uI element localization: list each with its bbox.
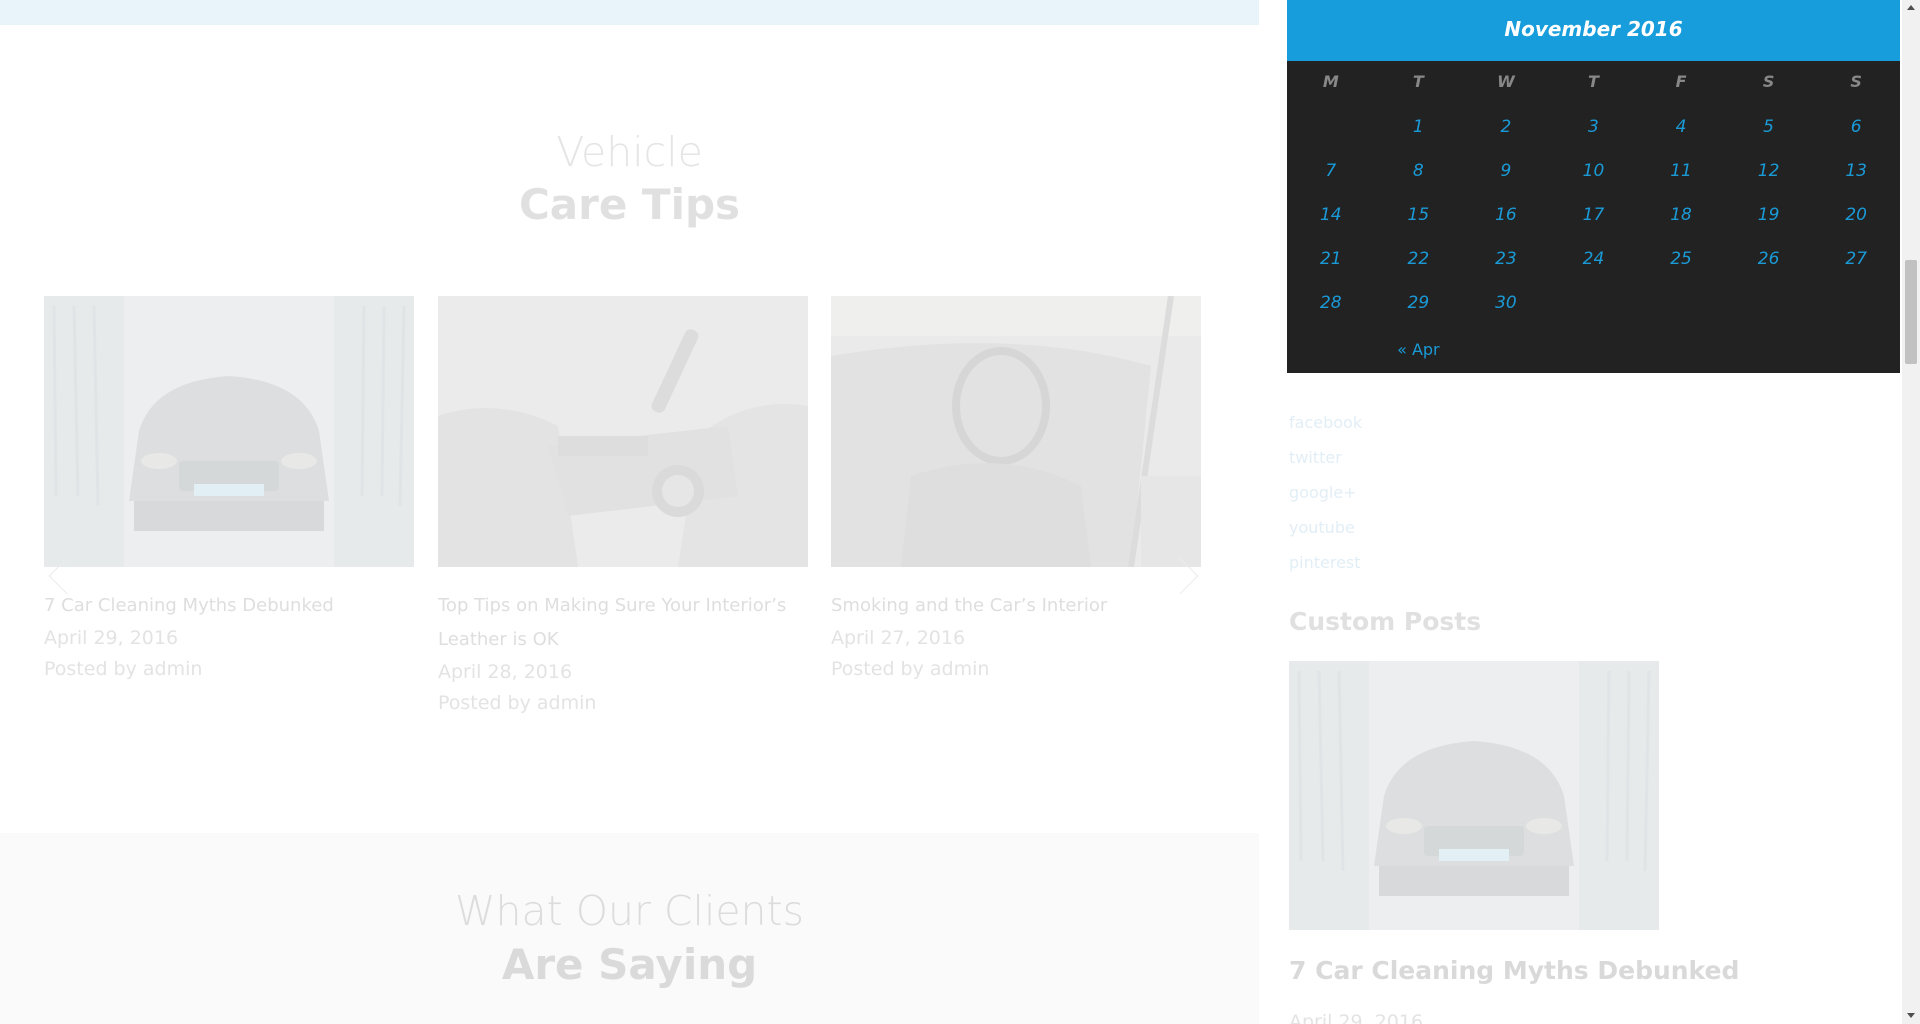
clients-heading-light: What Our Clients: [455, 887, 804, 935]
calendar-day[interactable]: 9: [1462, 149, 1550, 193]
calendar-day[interactable]: 17: [1550, 193, 1638, 237]
calendar-day[interactable]: 1: [1375, 105, 1463, 149]
calendar-day[interactable]: 11: [1637, 149, 1725, 193]
weekday-label: S: [1762, 72, 1775, 91]
weekday-label: W: [1497, 72, 1515, 91]
calendar-day[interactable]: 19: [1725, 193, 1813, 237]
twitter-link[interactable]: twitter: [1289, 440, 1362, 475]
post-date: April 28, 2016: [438, 661, 573, 683]
calendar-day[interactable]: 14: [1287, 193, 1375, 237]
scroll-up-icon[interactable]: [1902, 0, 1920, 16]
post-byline: Posted by admin: [44, 658, 203, 680]
main-content: Vehicle Care Tips 7 Car Cleaning Myths D…: [0, 0, 1259, 1024]
calendar-day[interactable]: 23: [1462, 237, 1550, 281]
calendar-week-row: 7 8 9 10 11 12 13: [1287, 149, 1900, 193]
calendar-day[interactable]: 4: [1637, 105, 1725, 149]
calendar-week-row: 21 22 23 24 25 26 27: [1287, 237, 1900, 281]
calendar-weekdays: M T W T F S S: [1287, 61, 1900, 105]
weekday-label: T: [1588, 72, 1599, 91]
post-card: Smoking and the Car’s Interior April 27,…: [831, 296, 1201, 685]
weekday-label: T: [1412, 72, 1424, 91]
calendar-day[interactable]: 6: [1812, 105, 1900, 149]
post-byline: Posted by admin: [831, 658, 990, 680]
care-tips-heading-light: Vehicle: [556, 128, 703, 176]
calendar-day[interactable]: 16: [1462, 193, 1550, 237]
weekday-label: S: [1850, 72, 1862, 91]
car-wash-image[interactable]: [44, 296, 414, 567]
custom-post-date: April 29, 2016: [1289, 1011, 1424, 1024]
page: Vehicle Care Tips 7 Car Cleaning Myths D…: [0, 0, 1920, 1024]
google-plus-link[interactable]: google+: [1289, 475, 1362, 510]
car-interior-console-image[interactable]: [438, 296, 808, 567]
calendar-week-row: 14 15 16 17 18 19 20: [1287, 193, 1900, 237]
calendar-empty-day: [1550, 281, 1638, 325]
calendar-week-row: 28 29 30: [1287, 281, 1900, 325]
post-date: April 29, 2016: [44, 627, 179, 649]
calendar-empty-day: [1637, 281, 1725, 325]
post-card: Top Tips on Making Sure Your Interior’s …: [438, 296, 808, 719]
calendar-day[interactable]: 18: [1637, 193, 1725, 237]
top-band: [0, 0, 1259, 25]
post-card: 7 Car Cleaning Myths Debunked April 29, …: [44, 296, 414, 685]
calendar-caption: November 2016: [1287, 0, 1900, 61]
pinterest-link[interactable]: pinterest: [1289, 545, 1362, 580]
calendar-day[interactable]: 8: [1375, 149, 1463, 193]
weekday-label: F: [1675, 72, 1687, 91]
calendar-empty-day: [1812, 281, 1900, 325]
calendar-day[interactable]: 3: [1550, 105, 1638, 149]
calendar-day[interactable]: 24: [1550, 237, 1638, 281]
custom-post-title[interactable]: 7 Car Cleaning Myths Debunked: [1289, 954, 1739, 988]
sidebar: November 2016 M T W T F S S 1 2 3 4 5 6 7 8 9 10 1…: [1287, 0, 1900, 1024]
social-links: facebook twitter google+ youtube pintere…: [1289, 405, 1362, 580]
custom-post-image[interactable]: [1289, 661, 1659, 930]
page-scrollbar[interactable]: [1902, 0, 1920, 1024]
post-title[interactable]: 7 Car Cleaning Myths Debunked: [44, 589, 414, 623]
calendar-prev-month-link[interactable]: « Apr: [1375, 325, 1463, 379]
calendar-day[interactable]: 13: [1812, 149, 1900, 193]
calendar-day[interactable]: 25: [1637, 237, 1725, 281]
calendar-day[interactable]: 21: [1287, 237, 1375, 281]
weekday-label: M: [1322, 72, 1339, 91]
calendar-day[interactable]: 20: [1812, 193, 1900, 237]
post-title[interactable]: Smoking and the Car’s Interior: [831, 589, 1201, 623]
calendar-day[interactable]: 12: [1725, 149, 1813, 193]
post-date: April 27, 2016: [831, 627, 966, 649]
custom-posts-heading: Custom Posts: [1289, 607, 1482, 636]
calendar-day[interactable]: 10: [1550, 149, 1638, 193]
post-byline: Posted by admin: [438, 692, 597, 714]
scroll-down-icon[interactable]: [1902, 1008, 1920, 1024]
calendar-day[interactable]: 29: [1375, 281, 1463, 325]
post-title[interactable]: Top Tips on Making Sure Your Interior’s …: [438, 589, 808, 657]
calendar-day[interactable]: 7: [1287, 149, 1375, 193]
calendar-day[interactable]: 28: [1287, 281, 1375, 325]
car-interior-steering-image[interactable]: [831, 296, 1201, 567]
calendar-day[interactable]: 15: [1375, 193, 1463, 237]
scroll-thumb[interactable]: [1905, 260, 1917, 364]
calendar-day[interactable]: 5: [1725, 105, 1813, 149]
calendar-nav-spacer: [1287, 325, 1375, 379]
calendar-week-row: 123456: [1287, 105, 1900, 149]
clients-heading: What Our Clients Are Saying: [0, 884, 1259, 992]
calendar-empty-day: [1287, 105, 1375, 149]
facebook-link[interactable]: facebook: [1289, 405, 1362, 440]
calendar-day[interactable]: 2: [1462, 105, 1550, 149]
calendar-empty-day: [1725, 281, 1813, 325]
youtube-link[interactable]: youtube: [1289, 510, 1362, 545]
clients-heading-bold: Are Saying: [501, 940, 758, 989]
calendar-day[interactable]: 22: [1375, 237, 1463, 281]
calendar-day[interactable]: 26: [1725, 237, 1813, 281]
calendar-widget: November 2016 M T W T F S S 1 2 3 4 5 6 7 8 9 10 1…: [1287, 0, 1900, 373]
care-tips-heading: Vehicle Care Tips: [0, 125, 1259, 231]
care-tips-heading-bold: Care Tips: [518, 180, 741, 229]
calendar-day[interactable]: 27: [1812, 237, 1900, 281]
calendar-days: 1 2 3 4 5 6 7 8 9 10 11 12 13 14 15 16 17 18 19 20 21 22 23 24 2…: [1287, 105, 1900, 325]
calendar-nav: « Apr: [1287, 325, 1900, 379]
calendar-day[interactable]: 30: [1462, 281, 1550, 325]
